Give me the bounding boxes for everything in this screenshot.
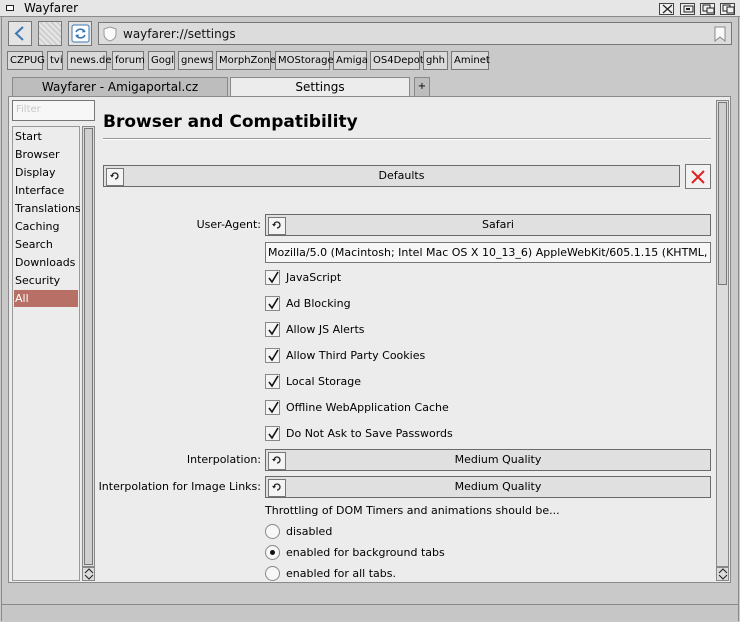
user-agent-string-field[interactable]: Mozilla/5.0 (Macintosh; Intel Mac OS X 1…: [265, 242, 711, 263]
interpolation-value: Medium Quality: [454, 453, 542, 466]
save-passwords-checkbox[interactable]: [265, 426, 280, 441]
status-bar: [2, 584, 738, 604]
sidebar-item-downloads[interactable]: Downloads: [14, 254, 78, 271]
third-party-cookies-checkbox[interactable]: [265, 348, 280, 363]
throttle-all-label: enabled for all tabs.: [286, 567, 396, 580]
sidebar-item-security[interactable]: Security: [14, 272, 78, 289]
interp-links-value: Medium Quality: [454, 480, 542, 493]
iconify-icon[interactable]: [659, 3, 674, 15]
bookmark-mostorage[interactable]: MOStorage: [275, 51, 334, 70]
back-button[interactable]: [8, 21, 32, 46]
window-bottom-border: [2, 604, 738, 621]
interpolation-cycle[interactable]: Medium Quality: [265, 449, 711, 471]
reload-icon: [268, 452, 286, 470]
reload-button[interactable]: [68, 21, 92, 46]
sidebar-item-display[interactable]: Display: [14, 164, 78, 181]
zoom-icon[interactable]: [680, 3, 695, 15]
bookmark-aminet[interactable]: Aminet: [451, 51, 490, 70]
javascript-label: JavaScript: [286, 271, 342, 284]
url-text: wayfarer://settings: [123, 27, 236, 41]
bookmark-forum[interactable]: forum: [112, 51, 145, 70]
sidebar-item-caching[interactable]: Caching: [14, 218, 78, 235]
reload-icon: [268, 217, 286, 235]
local-storage-checkbox[interactable]: [265, 374, 280, 389]
shield-icon: [103, 26, 117, 42]
close-settings-button[interactable]: [685, 164, 711, 189]
throttle-background-radio[interactable]: [265, 545, 280, 560]
bookmark-tvi[interactable]: tvi: [47, 51, 63, 70]
filter-input[interactable]: Filter: [12, 100, 95, 121]
defaults-button-label: Defaults: [378, 169, 425, 182]
bookmark-newsde[interactable]: news.de: [67, 51, 112, 70]
reload-icon: [268, 479, 286, 497]
user-agent-cycle[interactable]: Safari: [265, 214, 711, 236]
tab-amigaportal[interactable]: Wayfarer - Amigaportal.cz: [12, 77, 228, 97]
bookmark-amiga[interactable]: Amiga: [333, 51, 368, 70]
tab-settings[interactable]: Settings: [230, 77, 410, 98]
scroll-up-down-icon: [84, 568, 94, 580]
url-bar[interactable]: wayfarer://settings: [98, 22, 732, 45]
sidebar-scrollbar-knob[interactable]: [84, 128, 93, 565]
forward-button[interactable]: [38, 21, 62, 46]
reload-icon: [71, 24, 90, 43]
bookmark-czpug[interactable]: CZPUG: [7, 51, 45, 70]
sidebar-item-translations[interactable]: Translations: [14, 200, 81, 217]
depth-icon[interactable]: [720, 3, 735, 15]
window-titlebar[interactable]: Wayfarer: [0, 0, 740, 17]
save-passwords-label: Do Not Ask to Save Passwords: [286, 427, 453, 440]
heading-divider: [103, 138, 711, 140]
ad-blocking-checkbox[interactable]: [265, 296, 280, 311]
bookmark-gogl[interactable]: Gogl: [148, 51, 175, 70]
sidebar-item-search[interactable]: Search: [14, 236, 78, 253]
javascript-checkbox[interactable]: [265, 270, 280, 285]
offline-cache-checkbox[interactable]: [265, 400, 280, 415]
defaults-button[interactable]: Defaults: [103, 165, 680, 187]
allow-js-alerts-label: Allow JS Alerts: [286, 323, 365, 336]
allow-js-alerts-checkbox[interactable]: [265, 322, 280, 337]
interp-links-cycle[interactable]: Medium Quality: [265, 476, 711, 498]
ad-blocking-label: Ad Blocking: [286, 297, 351, 310]
bookmark-os4depot[interactable]: OS4Depot: [370, 51, 424, 70]
offline-cache-label: Offline WebApplication Cache: [286, 401, 449, 414]
user-agent-value: Safari: [482, 218, 514, 231]
sidebar-scroll-arrows[interactable]: [82, 567, 95, 581]
page-title: Browser and Compatibility: [103, 112, 358, 132]
sidebar-item-browser[interactable]: Browser: [14, 146, 78, 163]
sidebar-scrollbar[interactable]: [82, 126, 95, 567]
bookmark-morphzone[interactable]: MorphZone: [216, 51, 276, 70]
main-scroll-arrows[interactable]: [716, 567, 729, 581]
throttle-all-radio[interactable]: [265, 566, 280, 581]
sidebar-item-interface[interactable]: Interface: [14, 182, 78, 199]
sidebar-item-start[interactable]: Start: [14, 128, 78, 145]
settings-category-list[interactable]: Start Browser Display Interface Translat…: [12, 126, 81, 581]
local-storage-label: Local Storage: [286, 375, 362, 388]
user-agent-label: User-Agent:: [196, 218, 261, 231]
bookmark-gnews[interactable]: gnews: [178, 51, 213, 70]
interpolation-label: Interpolation:: [186, 453, 261, 466]
window-title: Wayfarer: [24, 1, 79, 15]
interp-links-label: Interpolation for Image Links:: [98, 480, 261, 493]
sidebar-item-all[interactable]: All: [14, 290, 78, 307]
bookmark-icon[interactable]: [714, 26, 726, 42]
close-icon: [691, 170, 705, 184]
resize-window-icon[interactable]: [700, 3, 715, 15]
main-scrollbar-knob[interactable]: [718, 102, 727, 285]
throttle-background-label: enabled for background tabs: [286, 546, 445, 559]
throttling-label: Throttling of DOM Timers and animations …: [265, 504, 560, 517]
throttle-disabled-label: disabled: [286, 525, 333, 538]
main-scrollbar[interactable]: [716, 100, 729, 567]
reload-icon: [106, 168, 124, 186]
arrow-left-icon: [14, 26, 24, 41]
scroll-up-down-icon: [718, 568, 728, 580]
bookmark-ghh[interactable]: ghh: [423, 51, 448, 70]
third-party-cookies-label: Allow Third Party Cookies: [286, 349, 426, 362]
throttle-disabled-radio[interactable]: [265, 524, 280, 539]
add-tab-button[interactable]: +: [414, 77, 430, 97]
close-window-icon[interactable]: [6, 5, 14, 11]
